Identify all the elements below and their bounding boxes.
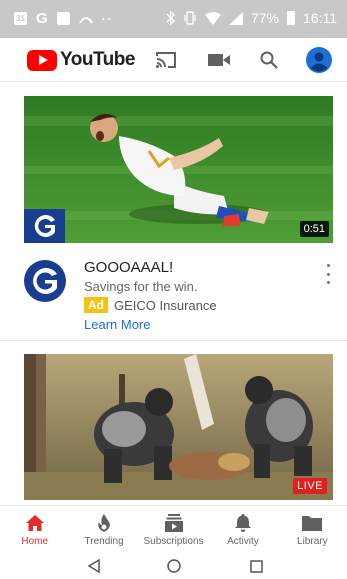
soccer-player-illustration xyxy=(24,96,333,243)
google-icon: G xyxy=(36,10,48,27)
live-badge: LIVE xyxy=(293,478,327,494)
status-left-icons: 31 G ·· xyxy=(14,10,114,27)
advertiser-name: GEICO Insurance xyxy=(114,297,217,313)
wifi-call-icon xyxy=(78,16,93,24)
youtube-logo[interactable]: YouTube xyxy=(27,49,135,71)
bell-icon xyxy=(232,513,254,533)
nav-label-subscriptions: Subscriptions xyxy=(143,536,204,547)
more-dot xyxy=(326,264,330,267)
back-icon[interactable] xyxy=(86,558,102,574)
status-bar: 31 G ·· 77% 16:11 xyxy=(0,0,347,38)
ad-video-thumbnail[interactable]: 0:51 xyxy=(24,96,333,243)
video-duration: 0:51 xyxy=(299,221,329,237)
nav-label-activity: Activity xyxy=(227,536,259,547)
learn-more-link[interactable]: Learn More xyxy=(84,317,150,332)
nav-label-home: Home xyxy=(21,536,49,547)
nav-subscriptions[interactable]: Subscriptions xyxy=(139,506,208,553)
youtube-wordmark: YouTube xyxy=(60,49,135,70)
more-dot xyxy=(326,281,330,284)
ad-brand-logo xyxy=(24,209,65,243)
nav-activity[interactable]: Activity xyxy=(208,506,277,553)
bottom-nav: Home Trending Subscriptions Activity Lib… xyxy=(0,505,347,553)
home-circle-icon[interactable] xyxy=(166,558,182,574)
folder-icon xyxy=(301,513,323,533)
battery-percent: 77% xyxy=(250,10,279,26)
account-avatar-icon[interactable] xyxy=(305,46,333,74)
subscriptions-icon xyxy=(163,513,185,533)
signal-icon xyxy=(228,11,243,25)
ad-subtitle: Savings for the win. xyxy=(84,279,198,294)
more-dot xyxy=(326,272,330,276)
more-options-icon[interactable] xyxy=(323,264,333,284)
flame-icon xyxy=(93,513,115,533)
ad-badge: Ad xyxy=(84,297,108,313)
status-right-icons: 77% 16:11 xyxy=(166,10,337,26)
more-notifications-icon: ·· xyxy=(101,11,114,26)
search-icon[interactable] xyxy=(255,46,283,74)
recents-icon[interactable] xyxy=(248,558,264,574)
advertiser-avatar[interactable] xyxy=(24,260,66,302)
gorillas-illustration xyxy=(24,354,333,500)
camera-upload-icon[interactable] xyxy=(205,46,233,74)
feed-divider xyxy=(0,340,347,341)
calendar-icon: 31 xyxy=(14,12,27,25)
nav-library[interactable]: Library xyxy=(278,506,347,553)
home-icon xyxy=(24,513,46,533)
ad-advertiser-line: Ad GEICO Insurance xyxy=(84,297,217,313)
nav-label-library: Library xyxy=(297,536,328,547)
clock: 16:11 xyxy=(303,10,337,26)
live-video-thumbnail[interactable]: LIVE xyxy=(24,354,333,500)
ad-title[interactable]: GOOOAAAL! xyxy=(84,259,173,276)
ad-info: GOOOAAAL! Savings for the win. Ad GEICO … xyxy=(24,256,333,336)
cast-icon[interactable] xyxy=(152,46,180,74)
bluetooth-icon xyxy=(166,11,175,25)
vibrate-icon xyxy=(184,11,196,25)
system-nav-bar xyxy=(0,553,347,579)
wifi-icon xyxy=(204,11,221,25)
app-bar: YouTube xyxy=(0,38,347,82)
nav-home[interactable]: Home xyxy=(0,506,69,553)
youtube-play-icon xyxy=(27,49,57,71)
nav-label-trending: Trending xyxy=(84,536,124,547)
battery-icon xyxy=(287,11,295,25)
nav-trending[interactable]: Trending xyxy=(69,506,138,553)
image-notification-icon xyxy=(56,12,70,25)
